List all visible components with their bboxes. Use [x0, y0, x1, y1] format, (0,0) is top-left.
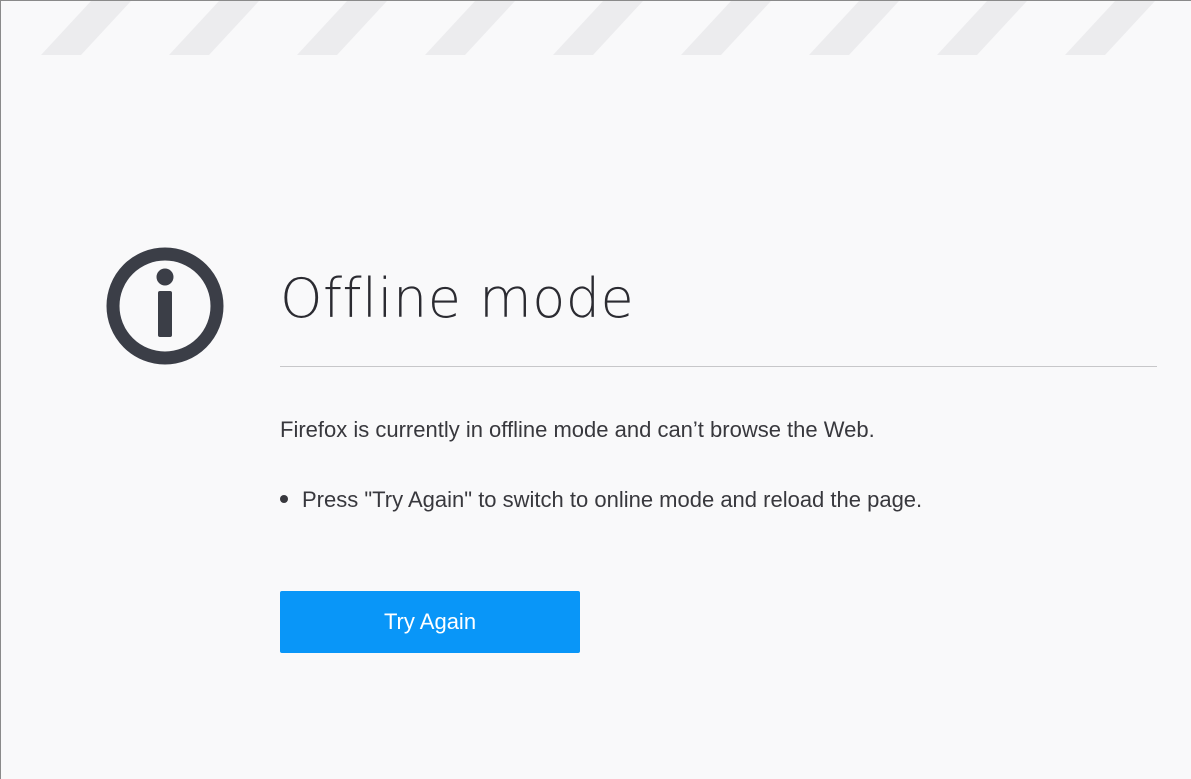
decorative-stripes [41, 1, 1155, 55]
error-content: Offline mode Firefox is currently in off… [280, 257, 1160, 653]
suggestion-list: Press "Try Again" to switch to online mo… [280, 485, 922, 515]
title-divider [280, 366, 1157, 367]
list-item: Press "Try Again" to switch to online mo… [280, 485, 922, 515]
page-title: Offline mode [280, 267, 635, 330]
error-description: Firefox is currently in offline mode and… [280, 417, 875, 442]
bullet-icon [280, 495, 288, 504]
info-icon [106, 247, 224, 365]
list-item-text: Press "Try Again" to switch to online mo… [302, 487, 923, 512]
error-page: Offline mode Firefox is currently in off… [0, 0, 1191, 779]
try-again-button[interactable]: Try Again [280, 591, 580, 653]
